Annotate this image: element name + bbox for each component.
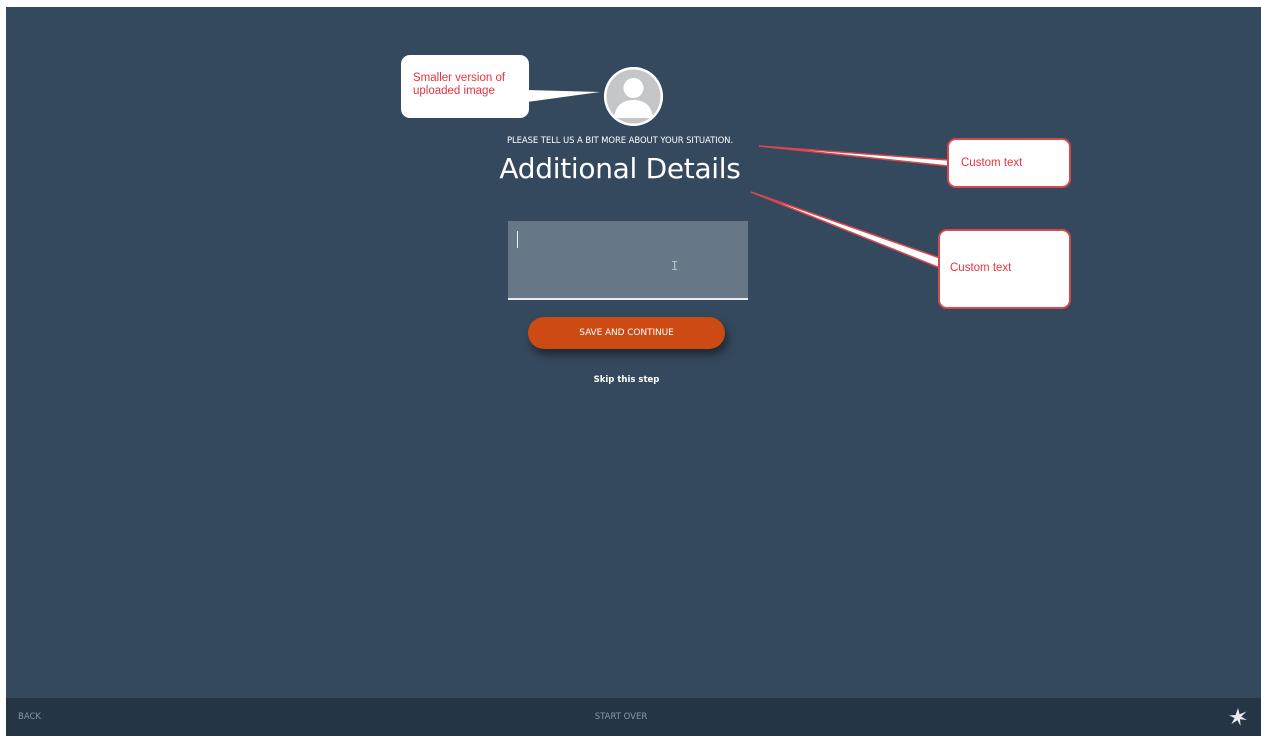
subtitle-annotation-callout: Custom text (947, 138, 1071, 188)
avatar-annotation-callout: Smaller version of uploaded image (401, 55, 529, 118)
additional-details-input[interactable] (508, 221, 748, 300)
user-silhouette-icon (604, 67, 663, 126)
title-annotation-callout: Custom text (938, 229, 1071, 309)
text-caret (517, 231, 518, 248)
ibeam-cursor-icon: I (671, 259, 679, 273)
start-over-link[interactable]: START OVER (571, 712, 671, 722)
footer-bar: BACK START OVER (6, 698, 1261, 736)
avatar (604, 67, 663, 126)
page-canvas: BACK START OVER (6, 7, 1261, 736)
skip-step-link[interactable]: Skip this step (540, 375, 713, 385)
back-link[interactable]: BACK (18, 712, 41, 722)
form-subtitle: PLEASE TELL US A BIT MORE ABOUT YOUR SIT… (506, 136, 734, 146)
save-and-continue-button[interactable]: SAVE AND CONTINUE (528, 317, 725, 349)
star-burst-icon (1229, 708, 1247, 726)
page-title: Additional Details (499, 152, 741, 185)
